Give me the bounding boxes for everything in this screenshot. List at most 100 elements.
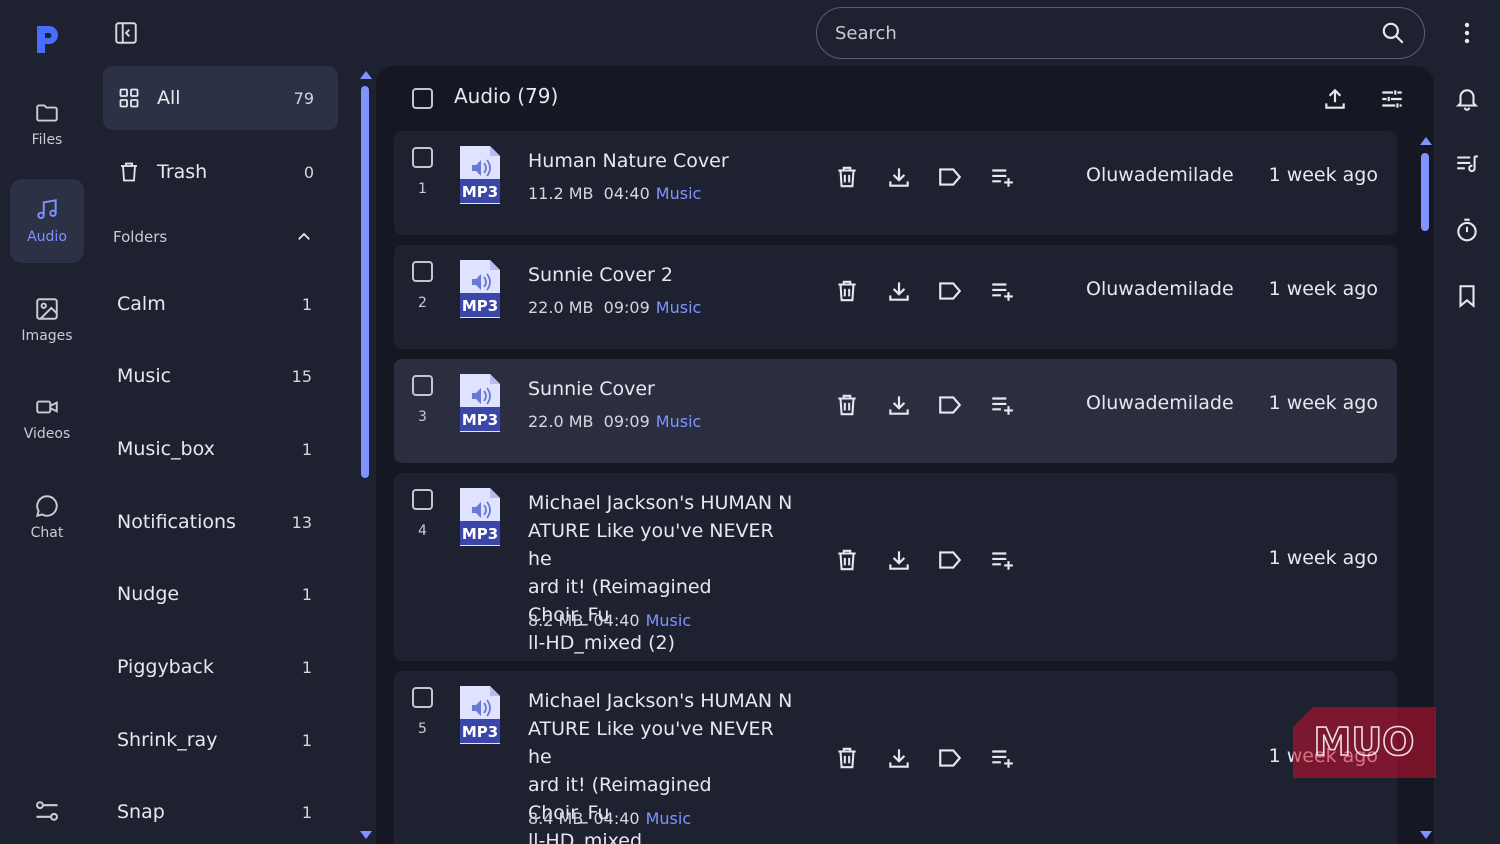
table-row[interactable]: 2 MP3 Sunnie Cover 2 22.0 MB 09:09 Music … (394, 245, 1397, 349)
mp3-file-icon: MP3 (460, 260, 500, 318)
add-to-playlist-icon[interactable] (989, 164, 1015, 190)
folder-tag-link[interactable]: Music (646, 809, 692, 828)
folder-name: Music (117, 365, 172, 387)
folder-tag-link[interactable]: Music (656, 184, 702, 203)
playlist-icon[interactable] (1454, 151, 1480, 177)
scroll-thumb[interactable] (1421, 153, 1429, 231)
file-title[interactable]: Sunnie Cover 2 (528, 261, 796, 289)
file-modified: 1 week ago (1268, 164, 1378, 186)
rail-item-audio[interactable]: Audio (10, 179, 84, 263)
select-all-checkbox[interactable] (412, 88, 433, 109)
folders-heading: Folders (113, 228, 168, 246)
file-owner: Oluwademilade (1086, 392, 1234, 414)
table-row[interactable]: 3 MP3 Sunnie Cover 22.0 MB 09:09 Music Ol… (394, 359, 1397, 463)
file-title[interactable]: Human Nature Cover (528, 147, 796, 175)
sidebar-item-all[interactable]: All 79 (103, 66, 338, 130)
add-to-playlist-icon[interactable] (989, 392, 1015, 418)
sidebar-scrollbar[interactable] (358, 66, 374, 844)
search-input[interactable] (835, 22, 1380, 44)
row-checkbox[interactable] (412, 261, 433, 282)
settings-button[interactable] (33, 797, 61, 825)
sliders-icon (36, 801, 58, 821)
mp3-file-icon: MP3 (460, 686, 500, 744)
scroll-thumb[interactable] (361, 86, 369, 478)
folder-name: Music_box (117, 438, 215, 460)
row-checkbox[interactable] (412, 687, 433, 708)
file-duration: 04:40 (603, 184, 650, 203)
rail-item-videos[interactable]: Videos (10, 376, 84, 460)
folders-section-header[interactable]: Folders (113, 221, 313, 253)
download-icon[interactable] (886, 547, 912, 573)
search-icon[interactable] (1380, 20, 1406, 46)
row-checkbox[interactable] (412, 375, 433, 396)
scroll-up-arrow[interactable] (1420, 137, 1432, 145)
tag-icon[interactable] (937, 547, 963, 573)
chevron-up-icon[interactable] (295, 228, 313, 246)
upload-icon[interactable] (1322, 86, 1348, 112)
row-checkbox[interactable] (412, 147, 433, 168)
file-title[interactable]: Michael Jackson's HUMAN N ATURE Like you… (528, 489, 796, 657)
download-icon[interactable] (886, 745, 912, 771)
delete-icon[interactable] (834, 745, 860, 771)
folder-item-music[interactable]: Music 15 (117, 356, 312, 396)
table-row[interactable]: 1 MP3 Human Nature Cover 11.2 MB 04:40 Mu… (394, 131, 1397, 235)
folder-tag-link[interactable]: Music (656, 298, 702, 317)
video-camera-icon (36, 400, 58, 414)
folder-item-snap[interactable]: Snap 1 (117, 792, 312, 832)
filter-icon[interactable] (1379, 86, 1405, 112)
folder-item-nudge[interactable]: Nudge 1 (117, 574, 312, 614)
delete-icon[interactable] (834, 278, 860, 304)
folder-count: 1 (301, 730, 312, 750)
folder-item-shrink-ray[interactable]: Shrink_ray 1 (117, 720, 312, 760)
folder-tag-link[interactable]: Music (646, 611, 692, 630)
rail-label-audio: Audio (27, 229, 67, 245)
folder-item-music-box[interactable]: Music_box 1 (117, 429, 312, 469)
file-title[interactable]: Sunnie Cover (528, 375, 796, 403)
more-options-button[interactable] (1455, 20, 1479, 46)
file-meta: 22.0 MB 09:09 Music (528, 412, 701, 431)
rail-item-files[interactable]: Files (10, 82, 84, 166)
scroll-down-arrow[interactable] (1420, 831, 1432, 839)
file-owner: Oluwademilade (1086, 164, 1234, 186)
folder-item-calm[interactable]: Calm 1 (117, 284, 312, 324)
row-index: 3 (418, 409, 427, 425)
download-icon[interactable] (886, 392, 912, 418)
sidebar-toggle-button[interactable] (113, 20, 139, 46)
rail-item-chat[interactable]: Chat (10, 475, 84, 559)
table-row[interactable]: 4 MP3 Michael Jackson's HUMAN N ATURE Li… (394, 473, 1397, 661)
rail-item-images[interactable]: Images (10, 278, 84, 362)
add-to-playlist-icon[interactable] (989, 278, 1015, 304)
delete-icon[interactable] (834, 547, 860, 573)
bookmark-icon[interactable] (1454, 283, 1480, 309)
app-logo[interactable] (33, 22, 63, 56)
folder-tag-link[interactable]: Music (656, 412, 702, 431)
search-bar[interactable] (816, 7, 1425, 59)
file-size: 22.0 MB (528, 412, 594, 431)
timer-icon[interactable] (1454, 217, 1480, 243)
row-index: 1 (418, 181, 427, 197)
row-checkbox[interactable] (412, 489, 433, 510)
file-title-line: ATURE Like you've NEVER he (528, 718, 774, 768)
delete-icon[interactable] (834, 392, 860, 418)
sidebar-item-trash[interactable]: Trash 0 (103, 140, 338, 204)
music-note-icon (37, 199, 57, 220)
mp3-badge-text: MP3 (462, 411, 498, 429)
delete-icon[interactable] (834, 164, 860, 190)
folder-item-piggyback[interactable]: Piggyback 1 (117, 647, 312, 687)
scroll-down-arrow[interactable] (360, 831, 372, 839)
folder-count: 1 (301, 657, 312, 677)
scroll-up-arrow[interactable] (360, 71, 372, 79)
bell-icon[interactable] (1454, 86, 1480, 112)
add-to-playlist-icon[interactable] (989, 745, 1015, 771)
tag-icon[interactable] (937, 164, 963, 190)
file-meta: 8.2 MB 04:40 Music (528, 611, 691, 630)
tag-icon[interactable] (937, 745, 963, 771)
download-icon[interactable] (886, 164, 912, 190)
table-row[interactable]: 5 MP3 Michael Jackson's HUMAN N ATURE Li… (394, 671, 1397, 844)
sidebar-item-label: Trash (157, 161, 208, 183)
tag-icon[interactable] (937, 278, 963, 304)
add-to-playlist-icon[interactable] (989, 547, 1015, 573)
download-icon[interactable] (886, 278, 912, 304)
tag-icon[interactable] (937, 392, 963, 418)
folder-item-notifications[interactable]: Notifications 13 (117, 502, 312, 542)
